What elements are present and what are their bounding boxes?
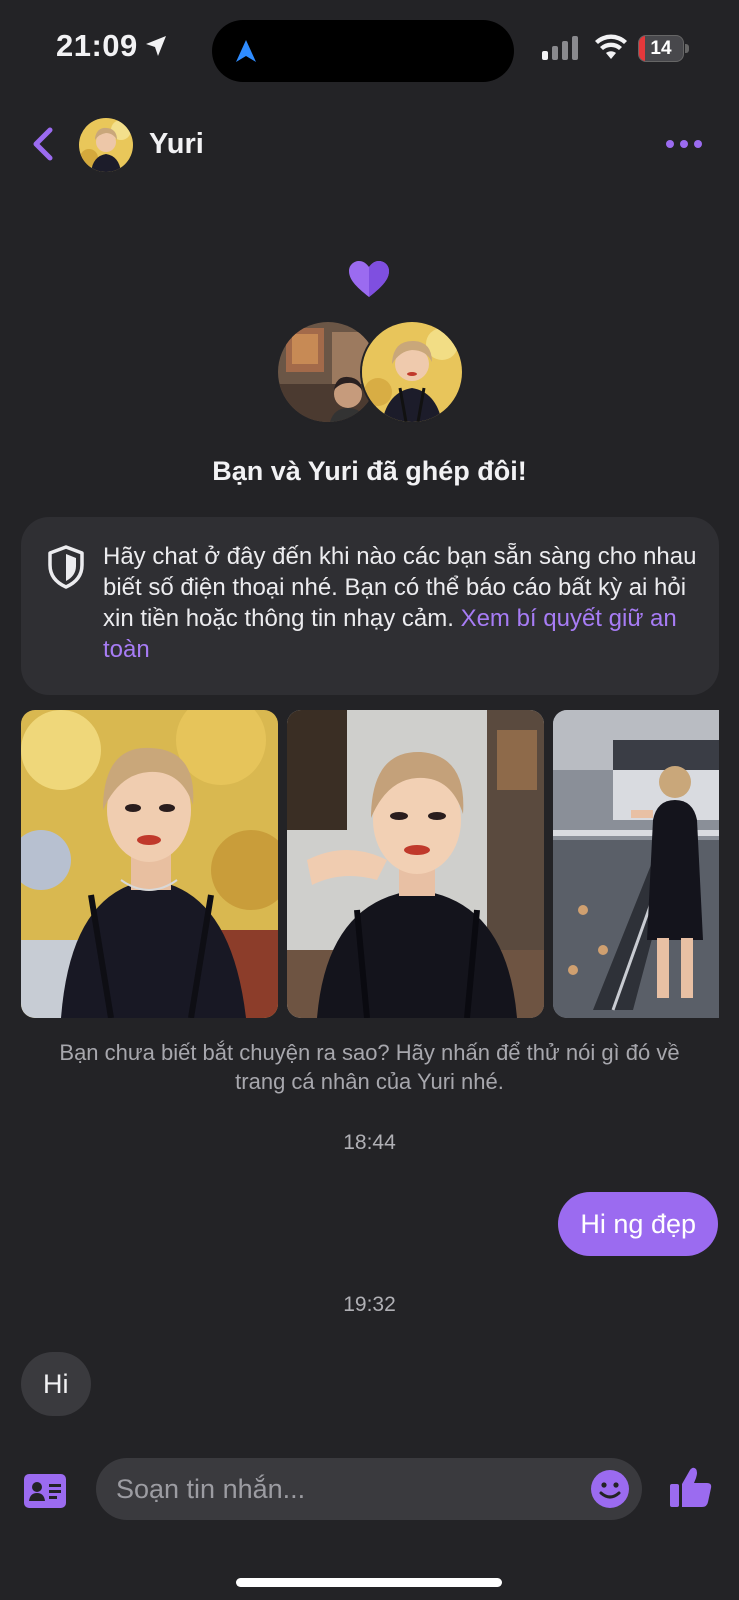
contact-name[interactable]: Yuri — [149, 128, 204, 161]
home-indicator[interactable] — [236, 1578, 502, 1587]
wifi-icon — [595, 34, 627, 59]
thumbs-up-icon[interactable] — [670, 1466, 712, 1508]
safety-text: Hãy chat ở đây đến khi nào các bạn sẵn s… — [103, 541, 703, 665]
cellular-signal-icon — [542, 36, 578, 60]
shield-icon — [48, 545, 84, 589]
match-title: Bạn và Yuri đã ghép đôi! — [212, 456, 527, 486]
contact-card-icon[interactable] — [24, 1474, 66, 1508]
status-time: 21:09 — [56, 28, 168, 64]
profile-photo-2[interactable] — [287, 710, 544, 1018]
incoming-message-bubble[interactable]: Hi — [21, 1352, 91, 1416]
battery-percent: 14 — [650, 38, 672, 59]
back-chevron-icon[interactable] — [26, 124, 62, 164]
message-input-placeholder[interactable]: Soạn tin nhắn... — [116, 1458, 305, 1520]
message-timestamp: 18:44 — [343, 1131, 396, 1154]
message-input[interactable]: Soạn tin nhắn... — [96, 1458, 642, 1520]
battery-indicator: 14 — [638, 35, 690, 62]
safety-tip-card: Hãy chat ở đây đến khi nào các bạn sẵn s… — [21, 517, 719, 695]
profile-photo-1[interactable] — [21, 710, 278, 1018]
message-timestamp: 19:32 — [343, 1293, 396, 1316]
status-time-text: 21:09 — [56, 28, 138, 63]
dynamic-island — [212, 20, 514, 82]
contact-match-avatar — [360, 320, 464, 424]
conversation-starter-hint[interactable]: Bạn chưa biết bắt chuyện ra sao? Hãy nhấ… — [40, 1038, 699, 1096]
profile-photo-3[interactable] — [553, 710, 719, 1018]
more-options-icon[interactable] — [666, 140, 702, 148]
smiley-icon[interactable] — [590, 1469, 630, 1509]
heart-icon — [349, 261, 389, 297]
outgoing-message-bubble[interactable]: Hi ng đẹp — [558, 1192, 718, 1256]
profile-photo-carousel[interactable] — [21, 710, 719, 1018]
contact-avatar[interactable] — [79, 118, 133, 172]
navigation-arrow-icon — [236, 40, 256, 62]
location-arrow-icon — [145, 36, 166, 56]
